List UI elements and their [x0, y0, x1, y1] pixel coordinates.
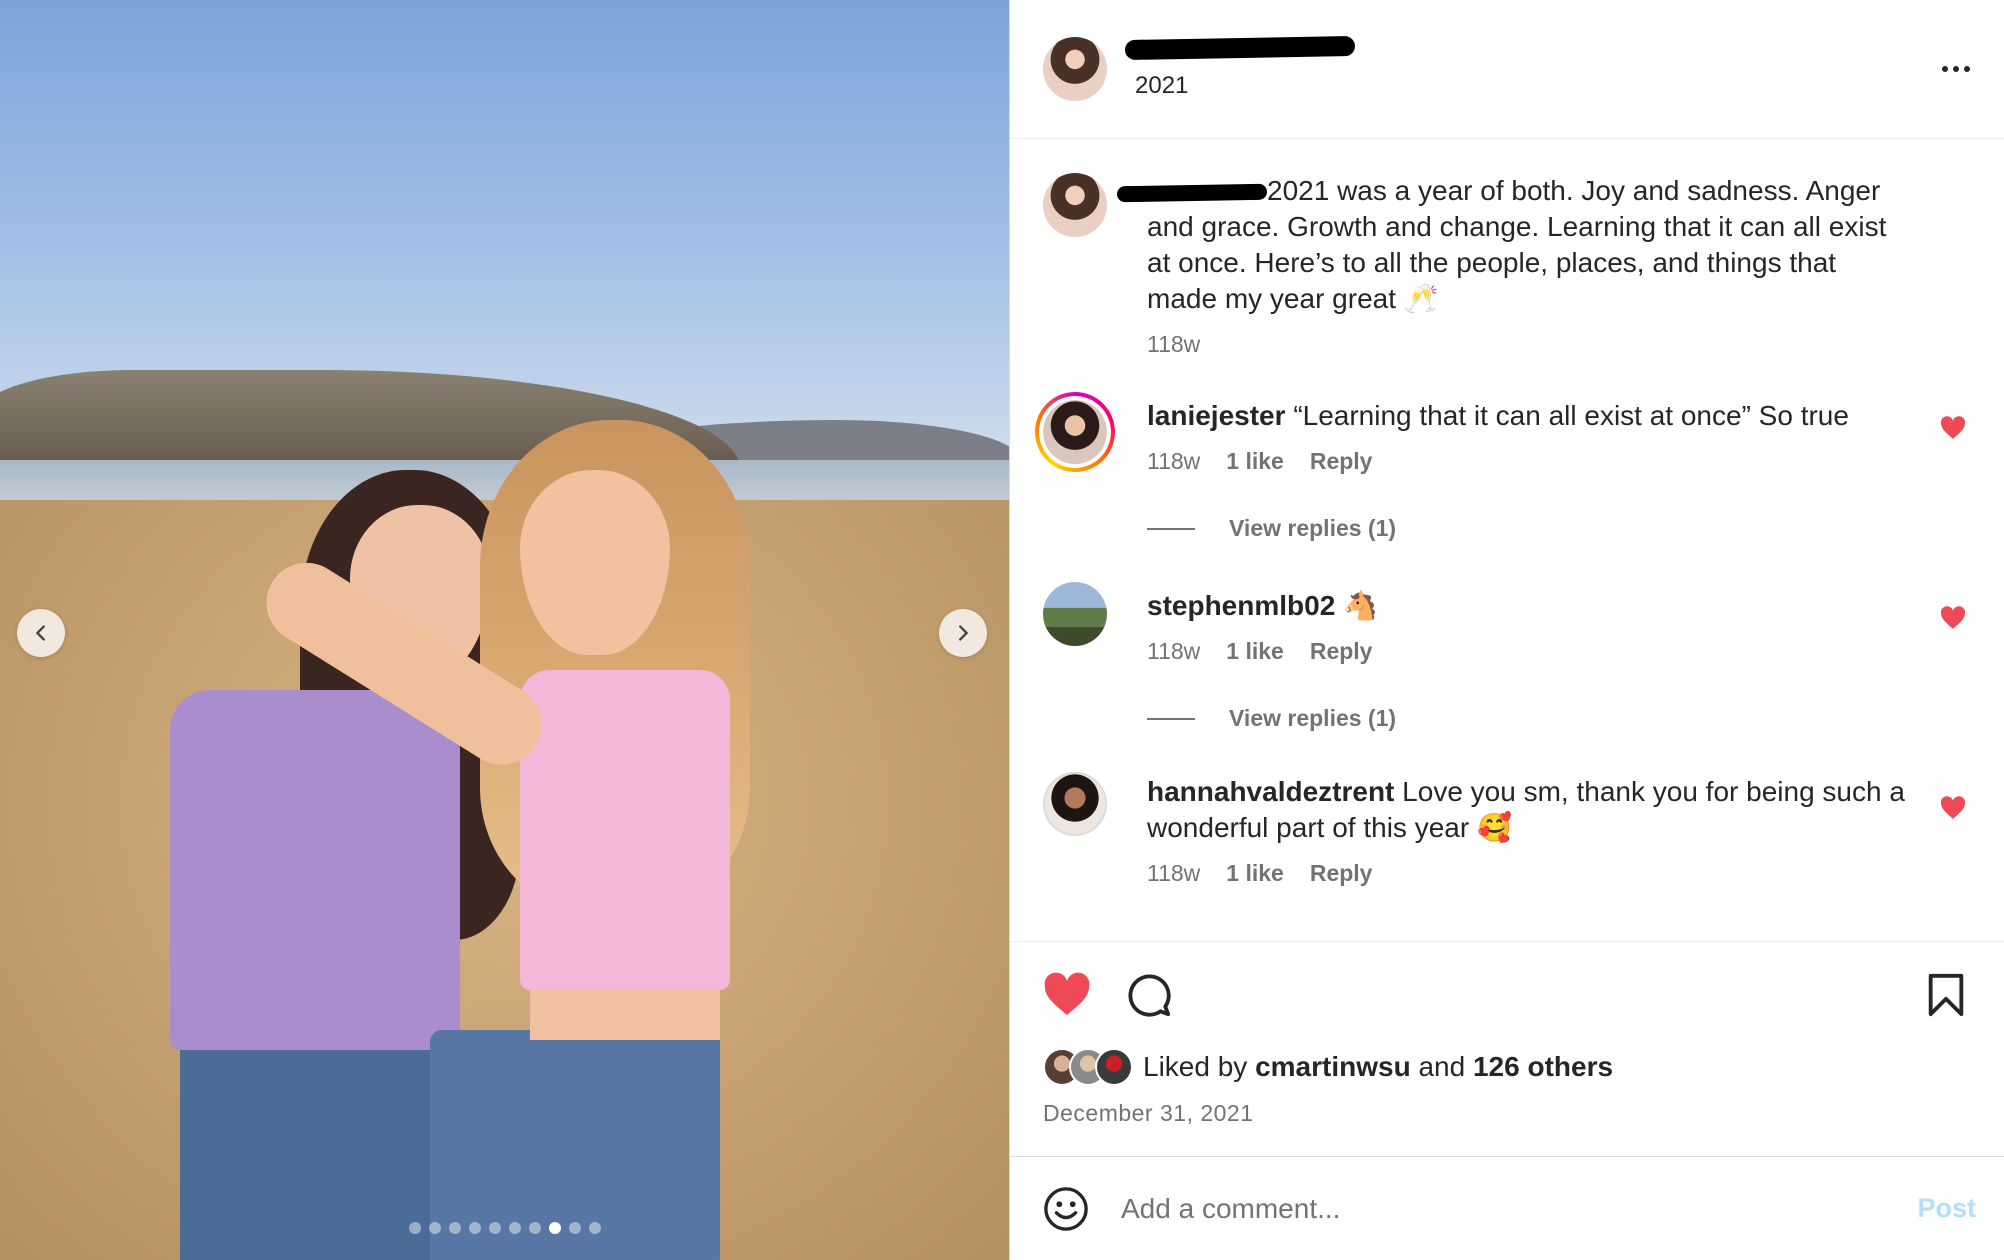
likes-others[interactable]: 126 others	[1473, 1051, 1613, 1082]
caption: 2021 was a year of both. Joy and sadness…	[1043, 173, 1970, 358]
comment-like-heart-icon[interactable]	[1940, 606, 1966, 630]
carousel-dot	[548, 1222, 561, 1234]
comment-username[interactable]: hannahvaldeztrent	[1147, 776, 1394, 807]
like-heart-icon[interactable]	[1043, 972, 1091, 1018]
post-side-panel: 2021 2021 was a year of both. Joy and sa…	[1009, 0, 2004, 1260]
caption-meta: 118w	[1147, 331, 1910, 358]
more-icon	[1942, 66, 1948, 72]
carousel-dot	[408, 1222, 421, 1234]
comment-text: 🐴	[1343, 590, 1378, 621]
view-replies[interactable]: View replies (1)	[1147, 515, 1910, 542]
post-photo[interactable]	[0, 0, 1009, 1260]
story-ring[interactable]	[1035, 392, 1115, 472]
commenter-avatar[interactable]	[1043, 582, 1107, 646]
more-options-button[interactable]	[1942, 66, 1970, 72]
comment-likes[interactable]: 1 like	[1226, 860, 1284, 887]
caption-age[interactable]: 118w	[1147, 331, 1200, 358]
comment-age[interactable]: 118w	[1147, 448, 1200, 475]
comment-username[interactable]: stephenmlb02	[1147, 590, 1335, 621]
replies-line	[1147, 717, 1195, 720]
carousel-dot	[488, 1222, 501, 1234]
comment-like-heart-icon[interactable]	[1940, 416, 1966, 440]
replies-line	[1147, 527, 1195, 530]
photo-person-right-top	[520, 670, 730, 990]
bookmark-icon[interactable]	[1922, 972, 1970, 1018]
liker-avatar	[1095, 1048, 1133, 1086]
post-location[interactable]: 2021	[1135, 72, 1355, 100]
author-avatar[interactable]	[1043, 37, 1107, 101]
post-comment-button[interactable]: Post	[1917, 1193, 1976, 1224]
redacted-username	[1124, 35, 1356, 61]
likes-summary: Liked by cmartinwsu and 126 others	[1043, 1048, 1970, 1086]
author-avatar[interactable]	[1043, 173, 1107, 237]
commenter-avatar	[1043, 400, 1107, 464]
post-date[interactable]: December 31, 2021	[1043, 1100, 1970, 1127]
view-replies[interactable]: View replies (1)	[1147, 705, 1910, 732]
comment-like-heart-icon[interactable]	[1940, 796, 1966, 820]
emoji-icon[interactable]	[1043, 1186, 1089, 1232]
comment-item: laniejester “Learning that it can all ex…	[1035, 392, 1970, 542]
commenter-avatar[interactable]	[1043, 772, 1107, 836]
post-actions: Liked by cmartinwsu and 126 others Decem…	[1010, 941, 2004, 1156]
redacted-username	[1116, 183, 1268, 202]
reply-button[interactable]: Reply	[1310, 860, 1373, 887]
comment-input[interactable]	[1121, 1192, 1918, 1225]
liker-avatars	[1043, 1048, 1133, 1086]
view-replies-label[interactable]: View replies (1)	[1229, 515, 1396, 542]
carousel-dot	[528, 1222, 541, 1234]
carousel-dot	[508, 1222, 521, 1234]
comment-likes[interactable]: 1 like	[1226, 448, 1284, 475]
photo-person-right-face	[520, 470, 670, 655]
liked-by-user[interactable]: cmartinwsu	[1255, 1051, 1411, 1082]
comment-icon[interactable]	[1125, 972, 1173, 1018]
carousel-dot	[448, 1222, 461, 1234]
comment-text: “Learning that it can all exist at once”…	[1293, 400, 1849, 431]
carousel-prev-button[interactable]	[17, 609, 65, 657]
add-comment-bar: Post	[1010, 1156, 2004, 1260]
carousel-dot	[428, 1222, 441, 1234]
carousel-dot	[588, 1222, 601, 1234]
comment-item: hannahvaldeztrent Love you sm, thank you…	[1043, 772, 1970, 887]
reply-button[interactable]: Reply	[1310, 448, 1373, 475]
comment-likes[interactable]: 1 like	[1226, 638, 1284, 665]
comment-item: stephenmlb02 🐴 118w 1 like Reply View re…	[1043, 582, 1970, 732]
more-icon-dot	[1964, 66, 1970, 72]
photo-person-left-shirt	[170, 690, 460, 1050]
carousel-next-button[interactable]	[939, 609, 987, 657]
comment-age[interactable]: 118w	[1147, 638, 1200, 665]
likes-joiner: and	[1418, 1051, 1466, 1082]
comment-username[interactable]: laniejester	[1147, 400, 1286, 431]
carousel-dot	[468, 1222, 481, 1234]
chevron-right-icon	[959, 625, 968, 641]
chevron-left-icon	[36, 625, 45, 641]
carousel-dots	[0, 1222, 1009, 1234]
view-replies-label[interactable]: View replies (1)	[1229, 705, 1396, 732]
liked-by-label: Liked by	[1143, 1051, 1248, 1082]
reply-button[interactable]: Reply	[1310, 638, 1373, 665]
more-icon-dot	[1953, 66, 1959, 72]
post-header: 2021	[1010, 0, 2004, 139]
post-dialog: 2021 2021 was a year of both. Joy and sa…	[0, 0, 2004, 1260]
comments-list[interactable]: 2021 was a year of both. Joy and sadness…	[1010, 139, 2004, 941]
carousel-dot	[568, 1222, 581, 1234]
comment-age[interactable]: 118w	[1147, 860, 1200, 887]
